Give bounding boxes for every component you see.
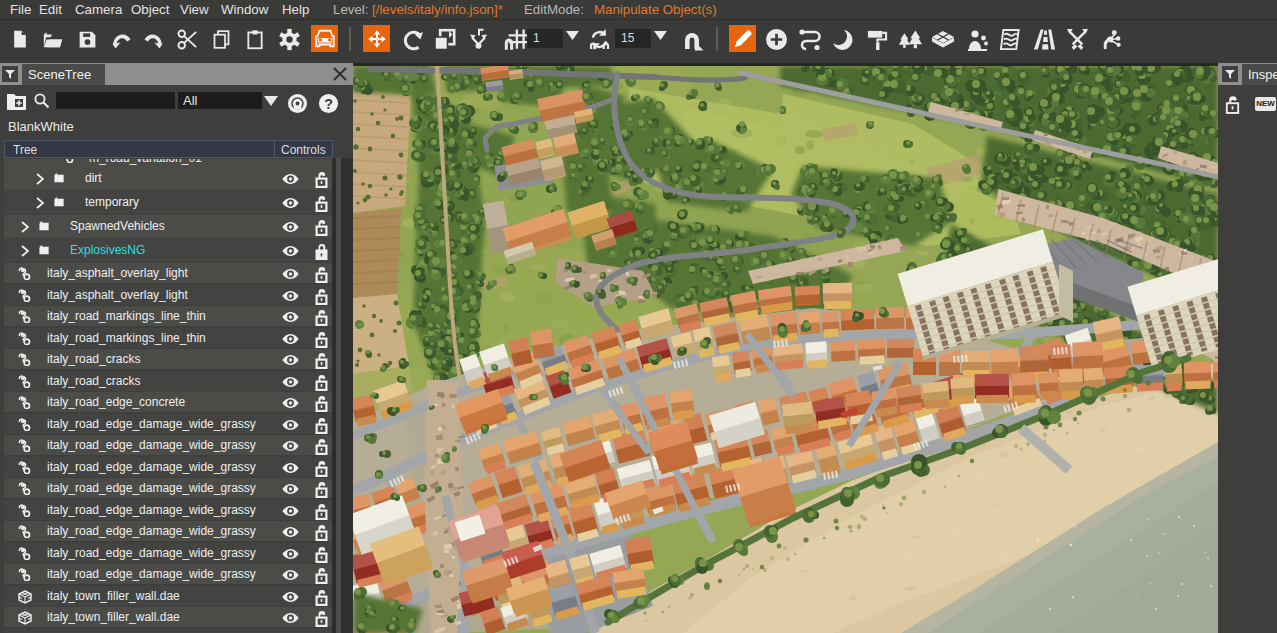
- svg-text:?: ?: [324, 96, 333, 112]
